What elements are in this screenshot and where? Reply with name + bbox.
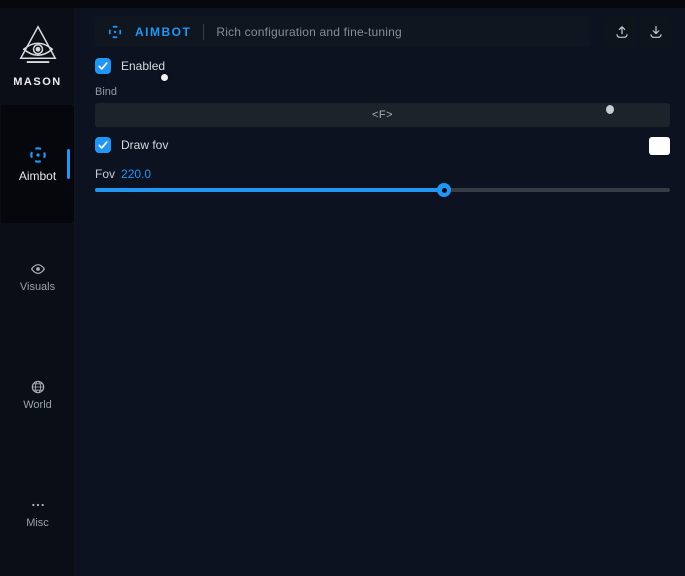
draw-fov-checkbox[interactable] — [95, 137, 111, 153]
window-top-strip — [0, 0, 685, 8]
ellipsis-icon — [30, 497, 46, 513]
draw-fov-label: Draw fov — [121, 138, 168, 152]
enabled-checkbox[interactable] — [95, 58, 111, 74]
sidebar-item-label: Aimbot — [19, 169, 56, 183]
sidebar-item-world[interactable]: World — [0, 379, 75, 423]
page-title: AIMBOT — [135, 25, 191, 39]
logo: MASON — [0, 22, 75, 88]
page-subtitle: Rich configuration and fine-tuning — [216, 25, 402, 39]
check-icon — [98, 61, 108, 71]
fov-slider[interactable] — [95, 183, 670, 197]
fov-value-label: Fov 220.0 — [95, 167, 151, 181]
bind-input[interactable]: <F> — [95, 103, 670, 127]
sidebar-item-label: Visuals — [20, 281, 55, 293]
fov-slider-fill — [95, 188, 444, 192]
page-header: AIMBOT Rich configuration and fine-tunin… — [95, 16, 590, 47]
download-config-button[interactable] — [640, 16, 671, 47]
bind-value: <F> — [372, 109, 393, 121]
sidebar-item-label: Misc — [26, 517, 49, 529]
fov-slider-thumb[interactable] — [437, 183, 451, 197]
check-icon — [98, 140, 108, 150]
crosshair-icon — [28, 145, 48, 165]
sidebar-item-visuals[interactable]: Visuals — [0, 261, 75, 305]
fov-color-swatch[interactable] — [649, 137, 670, 155]
app-window: MASON Aimbot Visuals World — [0, 0, 685, 576]
sidebar-item-label: World — [23, 399, 52, 411]
sidebar-item-aimbot[interactable]: Aimbot — [1, 105, 74, 223]
divider — [203, 24, 204, 40]
download-icon — [648, 24, 664, 40]
fov-label-text: Fov — [95, 167, 115, 181]
fov-value: 220.0 — [121, 167, 151, 181]
enabled-label: Enabled — [121, 59, 165, 73]
mouse-cursor-dot — [161, 74, 168, 81]
drag-handle-dot — [606, 105, 614, 114]
crosshair-icon — [107, 24, 123, 40]
eye-icon — [30, 261, 46, 277]
bind-label: Bind — [95, 86, 117, 98]
fov-slider-thumb-dot — [442, 188, 447, 193]
globe-icon — [30, 379, 46, 395]
mason-logo-icon — [14, 22, 62, 72]
sidebar: MASON Aimbot Visuals World — [0, 8, 75, 576]
sidebar-item-misc[interactable]: Misc — [0, 497, 75, 541]
active-indicator — [67, 149, 70, 179]
logo-label: MASON — [13, 76, 61, 88]
upload-config-button[interactable] — [606, 16, 637, 47]
upload-icon — [614, 24, 630, 40]
